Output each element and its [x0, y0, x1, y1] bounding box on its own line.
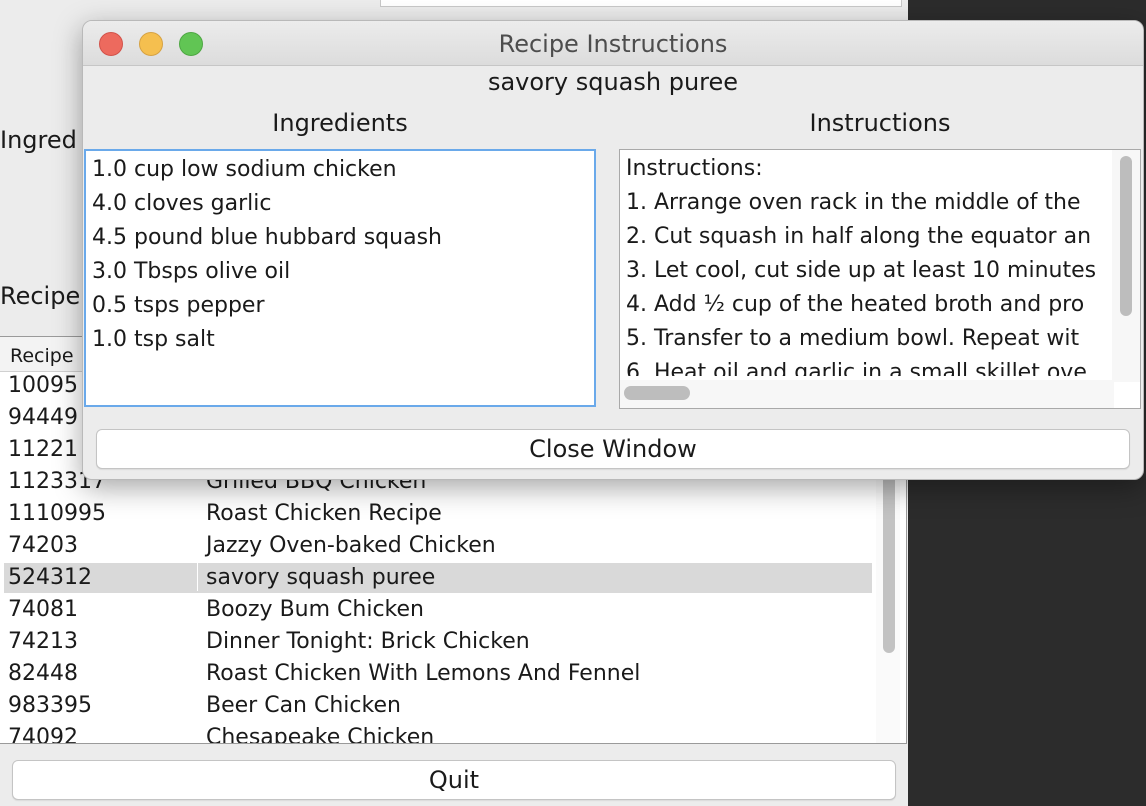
ingredient-line: 4.0 cloves garlic — [92, 191, 272, 216]
instructions-horizontal-scrollbar[interactable] — [620, 380, 1114, 408]
ingredient-line: 4.5 pound blue hubbard squash — [92, 225, 442, 250]
recipe-name-cell: savory squash puree — [206, 565, 436, 590]
instruction-line: 3. Let cool, cut side up at least 10 min… — [626, 258, 1097, 283]
recipe-name-cell: Chesapeake Chicken — [206, 725, 435, 744]
table-row[interactable]: 524312 savory squash puree — [4, 563, 872, 593]
recipe-name-cell: Dinner Tonight: Brick Chicken — [206, 629, 530, 654]
ingredient-line: 0.5 tsps pepper — [92, 293, 265, 318]
recipe-id-cell: 74092 — [8, 725, 78, 744]
instructions-vertical-scroll-thumb[interactable] — [1120, 156, 1132, 316]
ingredient-line: 1.0 cup low sodium chicken — [92, 157, 397, 182]
table-row[interactable]: 82448 Roast Chicken With Lemons And Fenne… — [4, 659, 872, 689]
recipe-id-cell: 524312 — [8, 563, 198, 591]
column-header-recipe[interactable]: Recipe — [10, 345, 74, 367]
instruction-line: 2. Cut squash in half along the equator … — [626, 224, 1092, 249]
ingredients-text-area[interactable]: 1.0 cup low sodium chicken 4.0 cloves gar… — [84, 149, 596, 407]
table-row[interactable]: 983395 Beer Can Chicken — [4, 691, 872, 721]
table-row[interactable]: 74092 Chesapeake Chicken — [4, 723, 872, 744]
table-row[interactable]: 74213 Dinner Tonight: Brick Chicken — [4, 627, 872, 657]
ingredient-line: 1.0 tsp salt — [92, 327, 215, 352]
recipe-name-cell: Roast Chicken With Lemons And Fennel — [206, 661, 641, 686]
instruction-line: 1. Arrange oven rack in the middle of th… — [626, 190, 1081, 215]
recipe-id-cell: 74203 — [8, 533, 78, 558]
instruction-line: 5. Transfer to a medium bowl. Repeat wit — [626, 326, 1080, 351]
quit-button[interactable]: Quit — [12, 760, 896, 800]
recipe-label: Recipe — [0, 282, 81, 310]
recipe-name: savory squash puree — [487, 68, 739, 96]
recipe-id-cell: 74213 — [8, 629, 78, 654]
instruction-line: 4. Add ½ cup of the heated broth and pro — [626, 292, 1085, 317]
ingredient-line: 3.0 Tbsps olive oil — [92, 259, 291, 284]
background-input-field[interactable] — [380, 0, 902, 7]
table-row[interactable]: 74081 Boozy Bum Chicken — [4, 595, 872, 625]
table-row[interactable]: 1110995 Roast Chicken Recipe — [4, 499, 872, 529]
recipe-id-cell: 82448 — [8, 661, 78, 686]
instructions-text-area[interactable]: Instructions: 1. Arrange oven rack in the… — [619, 149, 1141, 409]
recipe-name-cell: Roast Chicken Recipe — [206, 501, 442, 526]
recipe-id-cell: 1110995 — [8, 501, 106, 526]
instruction-line: Instructions: — [626, 156, 763, 181]
close-window-button[interactable]: Close Window — [96, 429, 1130, 469]
dialog-title: Recipe Instructions — [498, 30, 728, 58]
instruction-line: 6. Heat oil and garlic in a small skille… — [626, 360, 1087, 376]
instructions-horizontal-scroll-thumb[interactable] — [624, 386, 690, 400]
table-row[interactable]: 74203 Jazzy Oven-baked Chicken — [4, 531, 872, 561]
recipe-instructions-dialog: Recipe Instructions savory squash puree … — [82, 20, 1144, 480]
ingredients-label: Ingred — [0, 126, 77, 154]
ingredients-heading: Ingredients — [272, 109, 408, 137]
recipe-name-cell: Beer Can Chicken — [206, 693, 401, 718]
instructions-heading: Instructions — [809, 109, 951, 137]
recipe-name-cell: Boozy Bum Chicken — [206, 597, 424, 622]
table-scrollbar-thumb[interactable] — [883, 473, 895, 653]
recipe-id-cell: 74081 — [8, 597, 78, 622]
dialog-titlebar[interactable]: Recipe Instructions — [83, 21, 1143, 66]
recipe-name-cell: Jazzy Oven-baked Chicken — [206, 533, 496, 558]
recipe-id-cell: 983395 — [8, 693, 92, 718]
